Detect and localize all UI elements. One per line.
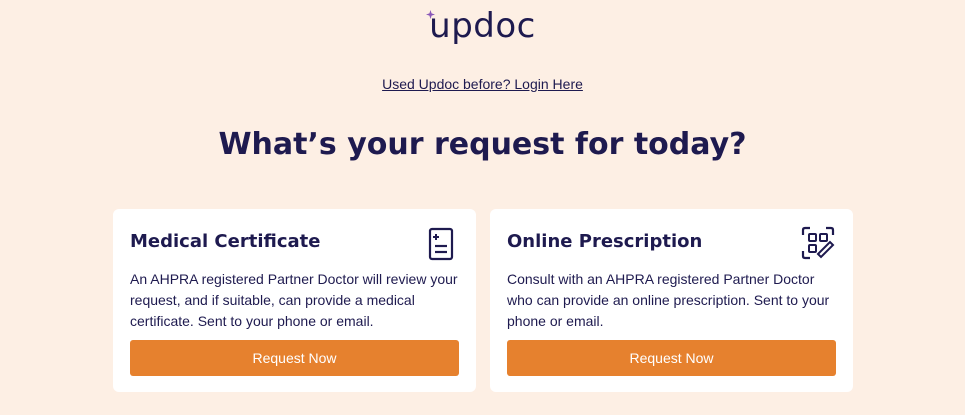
online-prescription-card[interactable]: Online Prescription Consult with an AHPR… (490, 209, 853, 392)
request-medical-certificate-button[interactable]: Request Now (130, 340, 459, 376)
request-online-prescription-button[interactable]: Request Now (507, 340, 836, 376)
logo-text: updoc (429, 6, 536, 46)
page: updoc Used Updoc before? Login Here What… (0, 0, 965, 415)
page-title: What’s your request for today? (218, 127, 747, 162)
card-title: Medical Certificate (130, 231, 321, 252)
logo[interactable]: updoc (0, 6, 965, 46)
card-description: An AHPRA registered Partner Doctor will … (130, 271, 458, 329)
medical-certificate-card[interactable]: Medical Certificate An AHPRA registered … (113, 209, 476, 392)
card-description: Consult with an AHPRA registered Partner… (507, 271, 830, 329)
login-link[interactable]: Used Updoc before? Login Here (382, 76, 583, 92)
medical-certificate-icon (428, 227, 454, 261)
sparkle-icon (426, 10, 436, 19)
prescription-qr-icon (801, 226, 835, 260)
logo-wordmark: updoc (426, 6, 536, 46)
login-row: Used Updoc before? Login Here (0, 76, 965, 92)
card-title: Online Prescription (507, 231, 703, 252)
